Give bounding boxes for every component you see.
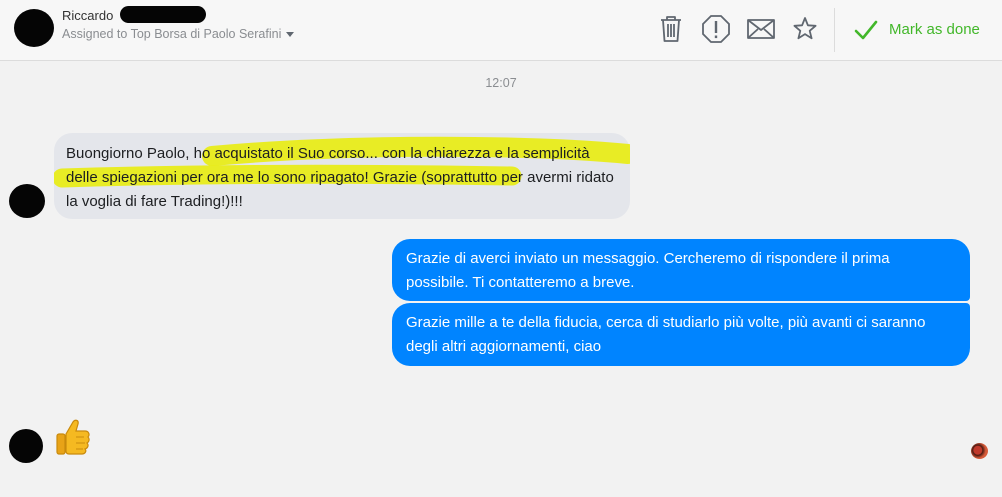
- incoming-message-bubble[interactable]: Buongiorno Paolo, ho acquistato il Suo c…: [54, 133, 630, 219]
- message-timestamp: 12:07: [485, 76, 517, 90]
- outgoing-message-bubble[interactable]: Grazie di averci inviato un messaggio. C…: [392, 239, 970, 301]
- star-icon: [793, 17, 817, 40]
- mark-unread-button[interactable]: [747, 13, 775, 45]
- trash-icon: [661, 16, 681, 42]
- header-divider: [834, 8, 835, 52]
- assignment-dropdown[interactable]: Assigned to Top Borsa di Paolo Serafini: [62, 27, 295, 41]
- delete-button[interactable]: [657, 13, 685, 45]
- outgoing-message-text: Grazie di averci inviato un messaggio. C…: [406, 250, 890, 291]
- mail-icon: [747, 19, 775, 39]
- sender-avatar[interactable]: [9, 429, 43, 463]
- assignment-label: Assigned to Top Borsa di Paolo Serafini: [62, 27, 282, 41]
- outgoing-message-text: Grazie mille a te della fiducia, cerca d…: [406, 314, 926, 355]
- sender-avatar[interactable]: [9, 184, 45, 218]
- outgoing-message-bubble[interactable]: Grazie mille a te della fiducia, cerca d…: [392, 303, 970, 366]
- seen-indicator-avatar: [971, 443, 988, 459]
- mark-as-done-label: Mark as done: [889, 21, 980, 38]
- caret-down-icon: [286, 32, 295, 38]
- follow-up-button[interactable]: [791, 13, 819, 45]
- thumbs-up-icon[interactable]: [54, 418, 90, 456]
- contact-avatar[interactable]: [14, 9, 54, 47]
- checkmark-icon: [854, 20, 878, 40]
- contact-name[interactable]: Riccardo: [62, 8, 113, 23]
- incoming-message-text: Buongiorno Paolo, ho acquistato il Suo c…: [66, 142, 618, 214]
- alert-icon: [702, 15, 730, 43]
- spam-button[interactable]: [702, 13, 730, 45]
- message-text-start: Buongiorno Paolo: [66, 145, 186, 162]
- redacted-surname: [120, 6, 206, 23]
- conversation-header: Riccardo Assigned to Top Borsa di Paolo …: [0, 0, 1002, 61]
